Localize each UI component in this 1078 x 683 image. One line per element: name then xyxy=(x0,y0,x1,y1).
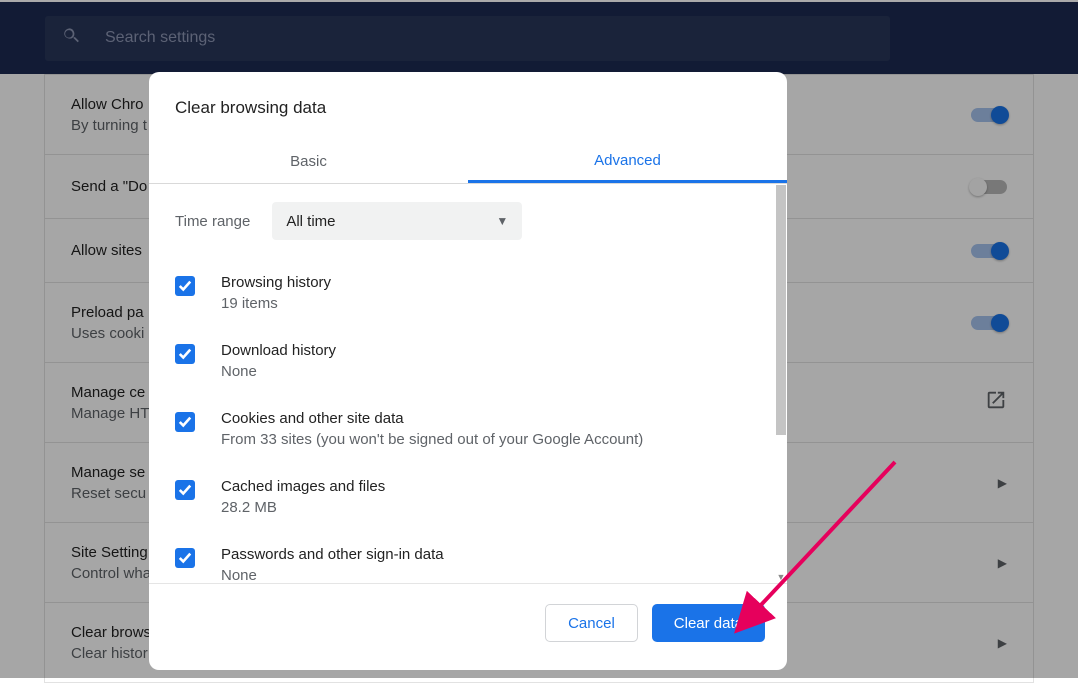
chevron-down-icon: ▼ xyxy=(496,214,508,228)
check-item-title: Cookies and other site data xyxy=(221,410,643,427)
check-item-sub: None xyxy=(221,363,336,380)
check-item-title: Passwords and other sign-in data xyxy=(221,546,444,563)
time-range-label: Time range xyxy=(175,213,250,230)
check-item-sub: From 33 sites (you won't be signed out o… xyxy=(221,431,643,448)
cancel-button[interactable]: Cancel xyxy=(545,604,638,642)
check-item-download-history[interactable]: Download history None xyxy=(175,332,761,400)
check-item-title: Download history xyxy=(221,342,336,359)
tab-advanced[interactable]: Advanced xyxy=(468,140,787,183)
check-item-sub: 28.2 MB xyxy=(221,499,385,516)
time-range-select[interactable]: All time ▼ xyxy=(272,202,522,240)
scrollbar-thumb[interactable] xyxy=(776,185,786,435)
tab-basic[interactable]: Basic xyxy=(149,140,468,183)
checkbox-checked-icon[interactable] xyxy=(175,344,195,364)
dialog-footer: Cancel Clear data xyxy=(149,583,787,670)
check-item-cache[interactable]: Cached images and files 28.2 MB xyxy=(175,468,761,536)
dialog-body: ▼ Time range All time ▼ Browsing history… xyxy=(149,184,787,583)
dialog-tabs: Basic Advanced xyxy=(149,140,787,184)
clear-data-button[interactable]: Clear data xyxy=(652,604,765,642)
time-range-row: Time range All time ▼ xyxy=(175,202,761,240)
time-range-value: All time xyxy=(286,213,335,230)
checkbox-checked-icon[interactable] xyxy=(175,412,195,432)
check-item-sub: None xyxy=(221,567,444,583)
check-item-browsing-history[interactable]: Browsing history 19 items xyxy=(175,264,761,332)
check-item-title: Browsing history xyxy=(221,274,331,291)
checkbox-checked-icon[interactable] xyxy=(175,276,195,296)
check-item-passwords[interactable]: Passwords and other sign-in data None xyxy=(175,536,761,583)
check-item-sub: 19 items xyxy=(221,295,331,312)
scrollbar-down-icon[interactable]: ▼ xyxy=(777,573,785,581)
checkbox-checked-icon[interactable] xyxy=(175,480,195,500)
checkbox-checked-icon[interactable] xyxy=(175,548,195,568)
clear-browsing-data-dialog: Clear browsing data Basic Advanced ▼ Tim… xyxy=(149,72,787,670)
check-item-cookies[interactable]: Cookies and other site data From 33 site… xyxy=(175,400,761,468)
dialog-title: Clear browsing data xyxy=(149,72,787,140)
check-item-title: Cached images and files xyxy=(221,478,385,495)
